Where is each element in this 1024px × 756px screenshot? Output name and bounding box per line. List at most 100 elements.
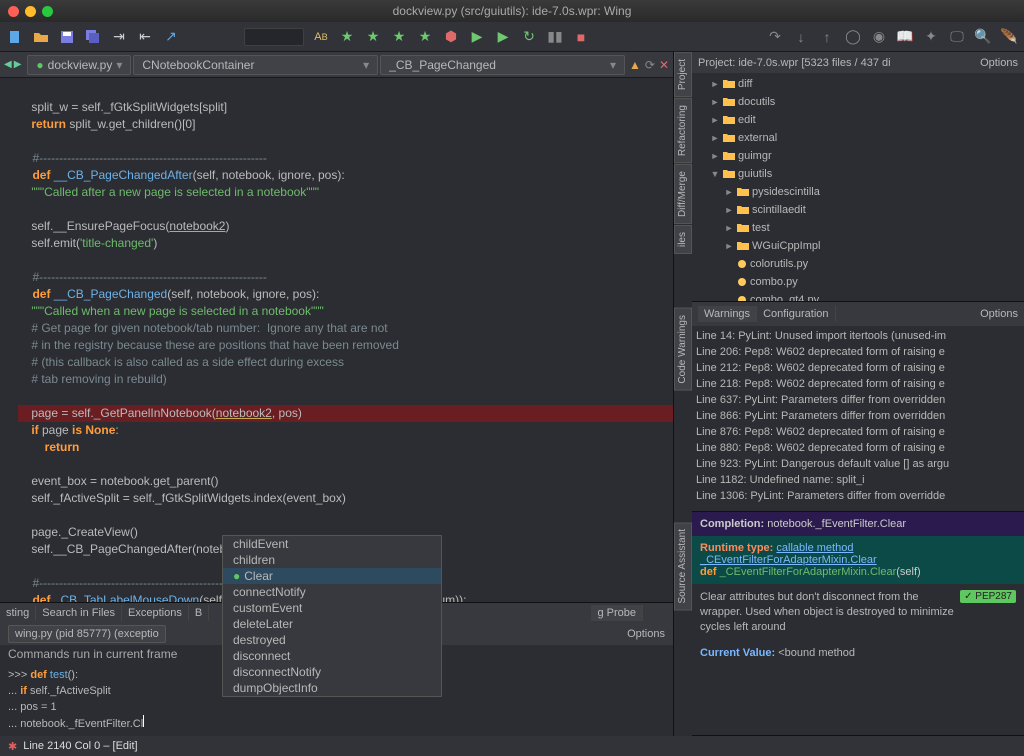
expand-icon[interactable]: ► bbox=[710, 151, 720, 161]
breakpoint-icon[interactable]: ◯ bbox=[844, 28, 862, 46]
warning-line[interactable]: Line 876: Pep8: W602 deprecated form of … bbox=[696, 424, 1020, 440]
completion-item[interactable]: ●Clear bbox=[223, 568, 441, 584]
expand-icon[interactable]: ▼ bbox=[710, 169, 720, 179]
tree-row[interactable]: ▼guiutils bbox=[696, 165, 1020, 183]
vtab-files[interactable]: iles bbox=[674, 225, 692, 254]
tree-row[interactable]: ►docutils bbox=[696, 93, 1020, 111]
warning-line[interactable]: Line 14: PyLint: Unused import itertools… bbox=[696, 328, 1020, 344]
tree-row[interactable]: ►diff bbox=[696, 75, 1020, 93]
outdent-icon[interactable]: ⇤ bbox=[136, 28, 154, 46]
wing-icon[interactable]: 🪶 bbox=[1000, 28, 1018, 46]
expand-icon[interactable]: ► bbox=[710, 133, 720, 143]
bug-status-icon[interactable]: ✱ bbox=[8, 740, 17, 753]
tree-row[interactable]: ►WGuiCppImpl bbox=[696, 237, 1020, 255]
warning-line[interactable]: Line 637: PyLint: Parameters differ from… bbox=[696, 392, 1020, 408]
expand-icon[interactable]: ► bbox=[724, 223, 734, 233]
open-folder-icon[interactable] bbox=[32, 28, 50, 46]
bottom-tab[interactable]: g Probe bbox=[591, 605, 643, 621]
expand-icon[interactable]: ► bbox=[710, 97, 720, 107]
vtab-project[interactable]: Project bbox=[674, 52, 692, 97]
warning-line[interactable]: Line 212: Pep8: W602 deprecated form of … bbox=[696, 360, 1020, 376]
expand-icon[interactable]: ► bbox=[724, 187, 734, 197]
warn-triangle-icon[interactable]: ▲ bbox=[629, 58, 641, 72]
tree-row[interactable]: ►guimgr bbox=[696, 147, 1020, 165]
save-all-icon[interactable] bbox=[84, 28, 102, 46]
expand-icon[interactable]: ► bbox=[710, 79, 720, 89]
close-tab-icon[interactable]: ✕ bbox=[659, 58, 669, 72]
step-out-icon[interactable]: ↑ bbox=[818, 28, 836, 46]
warning-line[interactable]: Line 866: PyLint: Parameters differ from… bbox=[696, 408, 1020, 424]
star-icon[interactable]: ★ bbox=[338, 28, 356, 46]
expand-icon[interactable]: ► bbox=[710, 115, 720, 125]
completion-popup[interactable]: childEventchildren●ClearconnectNotifycus… bbox=[222, 535, 442, 697]
warnings-tab[interactable]: Warnings bbox=[698, 306, 757, 322]
monitor-icon[interactable]: 🖵 bbox=[948, 28, 966, 46]
step-over-icon[interactable]: ↷ bbox=[766, 28, 784, 46]
completion-item[interactable]: customEvent bbox=[223, 600, 441, 616]
vtab-code-warnings[interactable]: Code Warnings bbox=[674, 308, 692, 391]
completion-item[interactable]: children bbox=[223, 552, 441, 568]
toolbar-search[interactable] bbox=[244, 28, 304, 46]
symbol-selector-2[interactable]: _CB_PageChanged▾ bbox=[380, 55, 625, 75]
tree-row[interactable]: ►pysidescintilla bbox=[696, 183, 1020, 201]
arrow-icon[interactable]: ↗ bbox=[162, 28, 180, 46]
warning-line[interactable]: Line 880: Pep8: W602 deprecated form of … bbox=[696, 440, 1020, 456]
tree-row[interactable]: combo_qt4.py bbox=[696, 291, 1020, 301]
vtab-refactoring[interactable]: Refactoring bbox=[674, 98, 692, 163]
refresh-icon[interactable]: ↻ bbox=[520, 28, 538, 46]
sync-icon[interactable]: ⟳ bbox=[645, 58, 655, 72]
warnings-options[interactable]: Options bbox=[980, 308, 1018, 320]
tree-row[interactable]: ►test bbox=[696, 219, 1020, 237]
indent-icon[interactable]: ⇥ bbox=[110, 28, 128, 46]
warning-line[interactable]: Line 206: Pep8: W602 deprecated form of … bbox=[696, 344, 1020, 360]
completion-item[interactable]: destroyed bbox=[223, 632, 441, 648]
watch-icon[interactable]: ◉ bbox=[870, 28, 888, 46]
nav-back-icon[interactable]: ◀ bbox=[4, 59, 12, 70]
completion-item[interactable]: disconnect bbox=[223, 648, 441, 664]
bottom-tab[interactable]: B bbox=[189, 605, 209, 621]
warning-line[interactable]: Line 923: PyLint: Dangerous default valu… bbox=[696, 456, 1020, 472]
save-icon[interactable] bbox=[58, 28, 76, 46]
completion-item[interactable]: connectNotify bbox=[223, 584, 441, 600]
file-tab[interactable]: ●dockview.py▾ bbox=[27, 55, 131, 75]
star-fwd-icon[interactable]: ★ bbox=[390, 28, 408, 46]
ab-icon[interactable]: AB bbox=[312, 28, 330, 46]
warning-line[interactable]: Line 1182: Undefined name: split_i bbox=[696, 472, 1020, 488]
bottom-tab[interactable]: Search in Files bbox=[36, 605, 122, 621]
play-icon[interactable]: ▶ bbox=[468, 28, 486, 46]
stop-icon[interactable]: ■ bbox=[572, 28, 590, 46]
project-options[interactable]: Options bbox=[980, 57, 1018, 69]
nav-fwd-icon[interactable]: ▶ bbox=[14, 59, 22, 70]
bottom-tab[interactable]: sting bbox=[0, 605, 36, 621]
tree-row[interactable]: ►external bbox=[696, 129, 1020, 147]
play-line-icon[interactable]: ▶ bbox=[494, 28, 512, 46]
pause-icon[interactable]: ▮▮ bbox=[546, 28, 564, 46]
book-icon[interactable]: 📖 bbox=[896, 28, 914, 46]
options-dropdown[interactable]: Options bbox=[627, 628, 665, 640]
config-tab[interactable]: Configuration bbox=[757, 306, 835, 322]
vtab-diff[interactable]: Diff/Merge bbox=[674, 164, 692, 224]
warnings-list[interactable]: Line 14: PyLint: Unused import itertools… bbox=[692, 326, 1024, 506]
warning-line[interactable]: Line 1306: PyLint: Parameters differ fro… bbox=[696, 488, 1020, 504]
bottom-tab[interactable]: Exceptions bbox=[122, 605, 189, 621]
completion-item[interactable]: childEvent bbox=[223, 536, 441, 552]
code-editor[interactable]: split_w = self._fGtkSplitWidgets[split] … bbox=[0, 78, 673, 602]
symbol-selector-1[interactable]: CNotebookContainer▾ bbox=[133, 55, 378, 75]
tree-row[interactable]: colorutils.py bbox=[696, 255, 1020, 273]
warning-line[interactable]: Line 218: Pep8: W602 deprecated form of … bbox=[696, 376, 1020, 392]
tree-row[interactable]: combo.py bbox=[696, 273, 1020, 291]
process-selector[interactable]: wing.py (pid 85777) (exceptio bbox=[8, 625, 166, 643]
expand-icon[interactable]: ► bbox=[724, 241, 734, 251]
project-tree[interactable]: ►diff►docutils►edit►external►guimgr▼guiu… bbox=[692, 73, 1024, 301]
expand-icon[interactable]: ► bbox=[724, 205, 734, 215]
new-file-icon[interactable] bbox=[6, 28, 24, 46]
search-icon[interactable]: 🔍 bbox=[974, 28, 992, 46]
vtab-source-assistant[interactable]: Source Assistant bbox=[674, 522, 692, 610]
completion-item[interactable]: disconnectNotify bbox=[223, 664, 441, 680]
tree-row[interactable]: ►scintillaedit bbox=[696, 201, 1020, 219]
tree-row[interactable]: ►edit bbox=[696, 111, 1020, 129]
tools-icon[interactable]: ✦ bbox=[922, 28, 940, 46]
bug-icon[interactable]: ⬢ bbox=[442, 28, 460, 46]
star-list-icon[interactable]: ★ bbox=[416, 28, 434, 46]
completion-item[interactable]: deleteLater bbox=[223, 616, 441, 632]
